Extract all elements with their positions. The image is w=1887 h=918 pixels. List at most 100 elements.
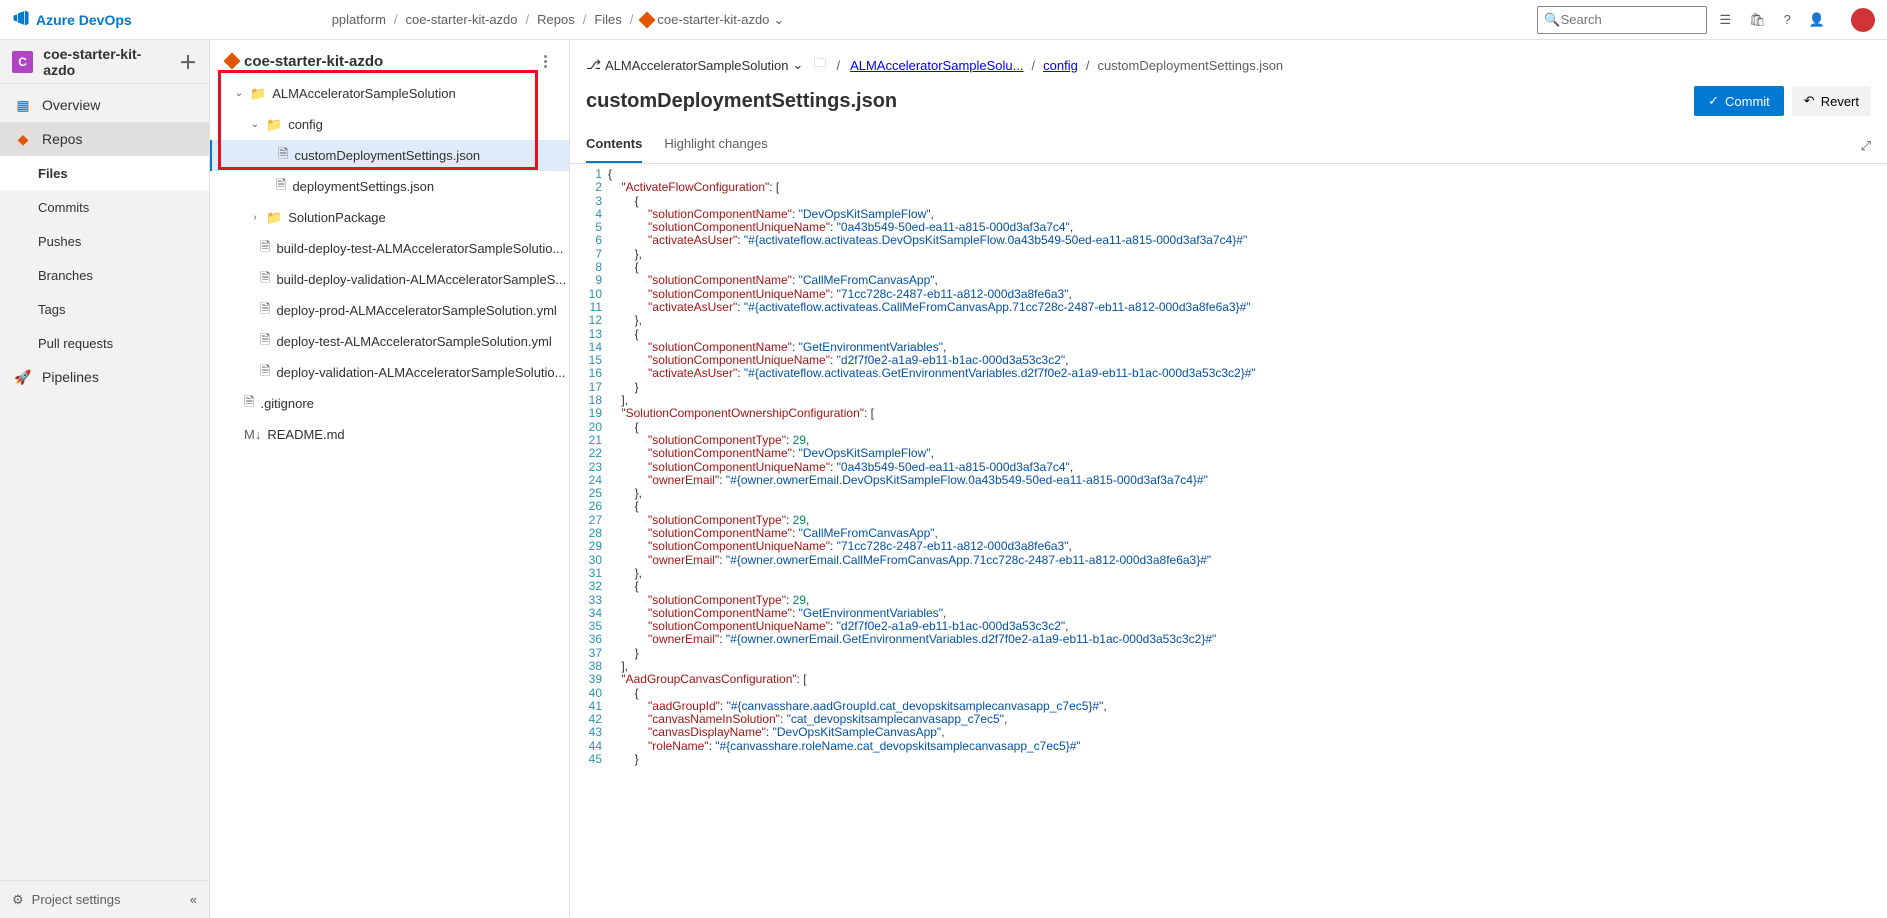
markdown-icon: M↓ — [244, 427, 261, 442]
tree-label: customDeploymentSettings.json — [294, 148, 480, 163]
crumb-sep: / — [526, 12, 530, 27]
tree-file[interactable]: 🗎 build-deploy-test-ALMAcceleratorSample… — [210, 233, 569, 264]
nav-overview[interactable]: ▦ Overview — [0, 88, 209, 122]
folder-icon: 🗀 — [813, 54, 826, 76]
search-input[interactable]: 🔍 — [1537, 6, 1707, 34]
nav-files[interactable]: Files — [0, 156, 209, 190]
branch-icon: ⎇ — [586, 57, 601, 73]
crumb-project[interactable]: coe-starter-kit-azdo — [406, 12, 518, 27]
nav-label: Tags — [38, 302, 65, 317]
tree-label: .gitignore — [260, 396, 313, 411]
crumb-sep: / — [630, 12, 634, 27]
tree-file[interactable]: 🗎 .gitignore — [210, 388, 569, 419]
commit-button[interactable]: ✓ Commit — [1694, 86, 1784, 116]
folder-icon: 📁 — [250, 86, 266, 102]
project-settings[interactable]: ⚙ Project settings « — [0, 880, 209, 918]
tab-highlight-changes[interactable]: Highlight changes — [664, 128, 767, 163]
git-repo-icon — [224, 53, 241, 70]
file-icon: 🗎 — [260, 362, 270, 384]
tree-file-selected[interactable]: 🗎 customDeploymentSettings.json — [210, 140, 569, 171]
page-title: customDeploymentSettings.json — [586, 90, 897, 113]
repos-icon: ◆ — [14, 130, 32, 148]
tree-label: ALMAcceleratorSampleSolution — [272, 86, 456, 101]
chevron-down-icon: ⌄ — [773, 12, 784, 28]
file-icon: 🗎 — [260, 269, 270, 291]
nav-commits[interactable]: Commits — [0, 190, 209, 224]
folder-icon: 📁 — [266, 210, 282, 226]
nav-branches[interactable]: Branches — [0, 258, 209, 292]
crumb-sep: / — [394, 12, 398, 27]
add-button[interactable]: ＋ — [179, 49, 197, 75]
branch-name: ALMAcceleratorSampleSolution — [605, 58, 789, 73]
check-icon: ✓ — [1708, 93, 1719, 109]
overview-icon: ▦ — [14, 96, 32, 114]
tree-label: deploy-prod-ALMAcceleratorSampleSolution… — [276, 303, 556, 318]
tree-label: deploy-validation-ALMAcceleratorSampleSo… — [276, 365, 565, 380]
fullscreen-icon[interactable]: ⤢ — [1861, 138, 1871, 154]
tree-file[interactable]: 🗎 build-deploy-validation-ALMAccelerator… — [210, 264, 569, 295]
collapse-nav-icon[interactable]: « — [190, 892, 197, 907]
tree-file[interactable]: M↓ README.md — [210, 419, 569, 450]
nav-pipelines[interactable]: 🚀 Pipelines — [0, 360, 209, 394]
tab-contents[interactable]: Contents — [586, 128, 642, 163]
commit-label: Commit — [1725, 94, 1770, 109]
tree-root-label: coe-starter-kit-azdo — [244, 53, 383, 70]
chevron-right-icon: › — [250, 212, 260, 223]
nav-label: Repos — [42, 131, 82, 147]
code-area[interactable]: { "ActivateFlowConfiguration": [ { "solu… — [608, 164, 1887, 918]
topbar: Azure DevOps pplatform / coe-starter-kit… — [0, 0, 1887, 40]
tree-root[interactable]: coe-starter-kit-azdo ⋮ — [210, 52, 569, 78]
file-icon: 🗎 — [260, 331, 270, 353]
chevron-down-icon: ⌄ — [793, 57, 804, 73]
repo-picker[interactable]: coe-starter-kit-azdo ⌄ — [641, 12, 784, 28]
nav-label: Files — [38, 166, 68, 181]
user-settings-icon[interactable]: 👤 — [1809, 12, 1825, 28]
tree-folder[interactable]: › 📁 SolutionPackage — [210, 202, 569, 233]
nav-repos[interactable]: ◆ Repos — [0, 122, 209, 156]
repo-picker-label: coe-starter-kit-azdo — [657, 12, 769, 27]
folder-icon: 📁 — [266, 117, 282, 133]
list-icon[interactable]: ☰ — [1719, 12, 1731, 28]
brand[interactable]: Azure DevOps — [12, 9, 132, 30]
project-name: coe-starter-kit-azdo — [43, 46, 169, 78]
nav-label: Branches — [38, 268, 93, 283]
nav-label: Pipelines — [42, 369, 99, 385]
nav-label: Pushes — [38, 234, 81, 249]
gear-icon: ⚙ — [12, 892, 24, 908]
project-icon: C — [12, 51, 33, 73]
bag-icon[interactable]: 🛍 — [1749, 12, 1766, 28]
tree-label: deploy-test-ALMAcceleratorSampleSolution… — [276, 334, 551, 349]
file-breadcrumb: ALMAcceleratorSampleSolu... / config / c… — [850, 58, 1283, 73]
tree-label: SolutionPackage — [288, 210, 386, 225]
more-icon[interactable]: ⋮ — [538, 52, 553, 70]
code-editor[interactable]: 1234567891011121314151617181920212223242… — [570, 164, 1887, 918]
crumb-files[interactable]: Files — [594, 12, 621, 27]
crumb-sep: / — [583, 12, 587, 27]
chevron-down-icon: ⌄ — [250, 119, 260, 130]
revert-button[interactable]: ↶ Revert — [1792, 86, 1871, 116]
tree-folder[interactable]: ⌄ 📁 config — [210, 109, 569, 140]
nav-tags[interactable]: Tags — [0, 292, 209, 326]
help-icon[interactable]: ? — [1784, 12, 1791, 27]
tree-folder[interactable]: ⌄ 📁 ALMAcceleratorSampleSolution — [210, 78, 569, 109]
project-header[interactable]: C coe-starter-kit-azdo ＋ — [0, 40, 209, 84]
tree-file[interactable]: 🗎 deploy-test-ALMAcceleratorSampleSoluti… — [210, 326, 569, 357]
path-crumb[interactable]: config — [1043, 58, 1078, 73]
file-tree: coe-starter-kit-azdo ⋮ ⌄ 📁 ALMAccelerato… — [210, 40, 570, 918]
crumb-repos[interactable]: Repos — [537, 12, 575, 27]
file-icon: 🗎 — [260, 238, 270, 260]
crumb-org[interactable]: pplatform — [332, 12, 386, 27]
tree-file[interactable]: 🗎 deploymentSettings.json — [210, 171, 569, 202]
nav-pushes[interactable]: Pushes — [0, 224, 209, 258]
branch-selector[interactable]: ⎇ ALMAcceleratorSampleSolution ⌄ — [586, 57, 803, 73]
search-field[interactable] — [1561, 12, 1701, 27]
tree-label: build-deploy-validation-ALMAcceleratorSa… — [276, 272, 566, 287]
tree-file[interactable]: 🗎 deploy-validation-ALMAcceleratorSample… — [210, 357, 569, 388]
tree-file[interactable]: 🗎 deploy-prod-ALMAcceleratorSampleSoluti… — [210, 295, 569, 326]
revert-label: Revert — [1821, 94, 1859, 109]
avatar[interactable] — [1851, 8, 1875, 32]
brand-label: Azure DevOps — [36, 12, 132, 28]
tree-label: deploymentSettings.json — [292, 179, 434, 194]
path-crumb[interactable]: ALMAcceleratorSampleSolu... — [850, 58, 1023, 73]
nav-pull-requests[interactable]: Pull requests — [0, 326, 209, 360]
